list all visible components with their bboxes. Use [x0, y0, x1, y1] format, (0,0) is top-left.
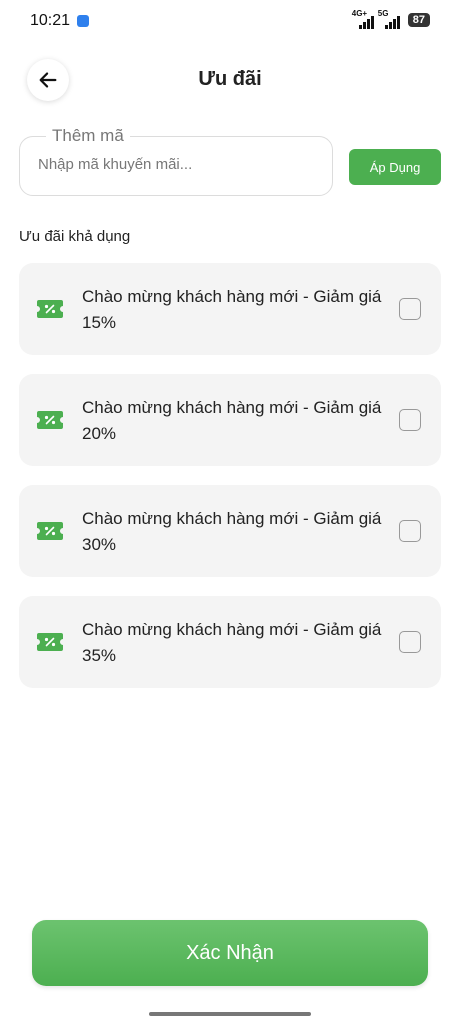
offer-checkbox[interactable]: [399, 520, 421, 542]
promo-code-label: Thêm mã: [46, 126, 130, 146]
offer-item[interactable]: Chào mừng khách hàng mới - Giảm giá 15%: [19, 263, 441, 355]
offer-list: Chào mừng khách hàng mới - Giảm giá 15% …: [19, 263, 441, 707]
offer-item[interactable]: Chào mừng khách hàng mới - Giảm giá 35%: [19, 596, 441, 688]
offer-item[interactable]: Chào mừng khách hàng mới - Giảm giá 20%: [19, 374, 441, 466]
status-time: 10:21: [30, 12, 71, 29]
signal-5g-icon: 5G: [378, 9, 400, 29]
signal-4g-icon: 4G+: [352, 9, 374, 29]
battery-indicator: 87: [407, 13, 430, 27]
page-title: Ưu đãi: [198, 68, 262, 90]
coupon-icon: [37, 633, 63, 651]
confirm-button[interactable]: Xác Nhận: [32, 920, 428, 986]
promo-code-input[interactable]: [38, 156, 318, 173]
promo-code-field[interactable]: Thêm mã: [19, 126, 333, 196]
offer-text: Chào mừng khách hàng mới - Giảm giá 20%: [82, 398, 382, 443]
status-indicators: 4G+ 5G 87: [352, 9, 430, 29]
offer-checkbox[interactable]: [399, 409, 421, 431]
apply-button[interactable]: Áp Dụng: [349, 149, 441, 185]
offer-item[interactable]: Chào mừng khách hàng mới - Giảm giá 30%: [19, 485, 441, 577]
home-indicator[interactable]: [149, 1012, 311, 1016]
available-offers-title: Ưu đãi khả dụng: [19, 228, 131, 245]
offer-checkbox[interactable]: [399, 631, 421, 653]
offer-text: Chào mừng khách hàng mới - Giảm giá 35%: [82, 620, 382, 665]
offer-checkbox[interactable]: [399, 298, 421, 320]
offer-text: Chào mừng khách hàng mới - Giảm giá 30%: [82, 509, 382, 554]
coupon-icon: [37, 411, 63, 429]
coupon-icon: [37, 522, 63, 540]
app-notification-icon: [77, 15, 89, 27]
status-bar: 10:21 4G+ 5G 87: [0, 0, 460, 40]
offer-text: Chào mừng khách hàng mới - Giảm giá 15%: [82, 287, 382, 332]
coupon-icon: [37, 300, 63, 318]
